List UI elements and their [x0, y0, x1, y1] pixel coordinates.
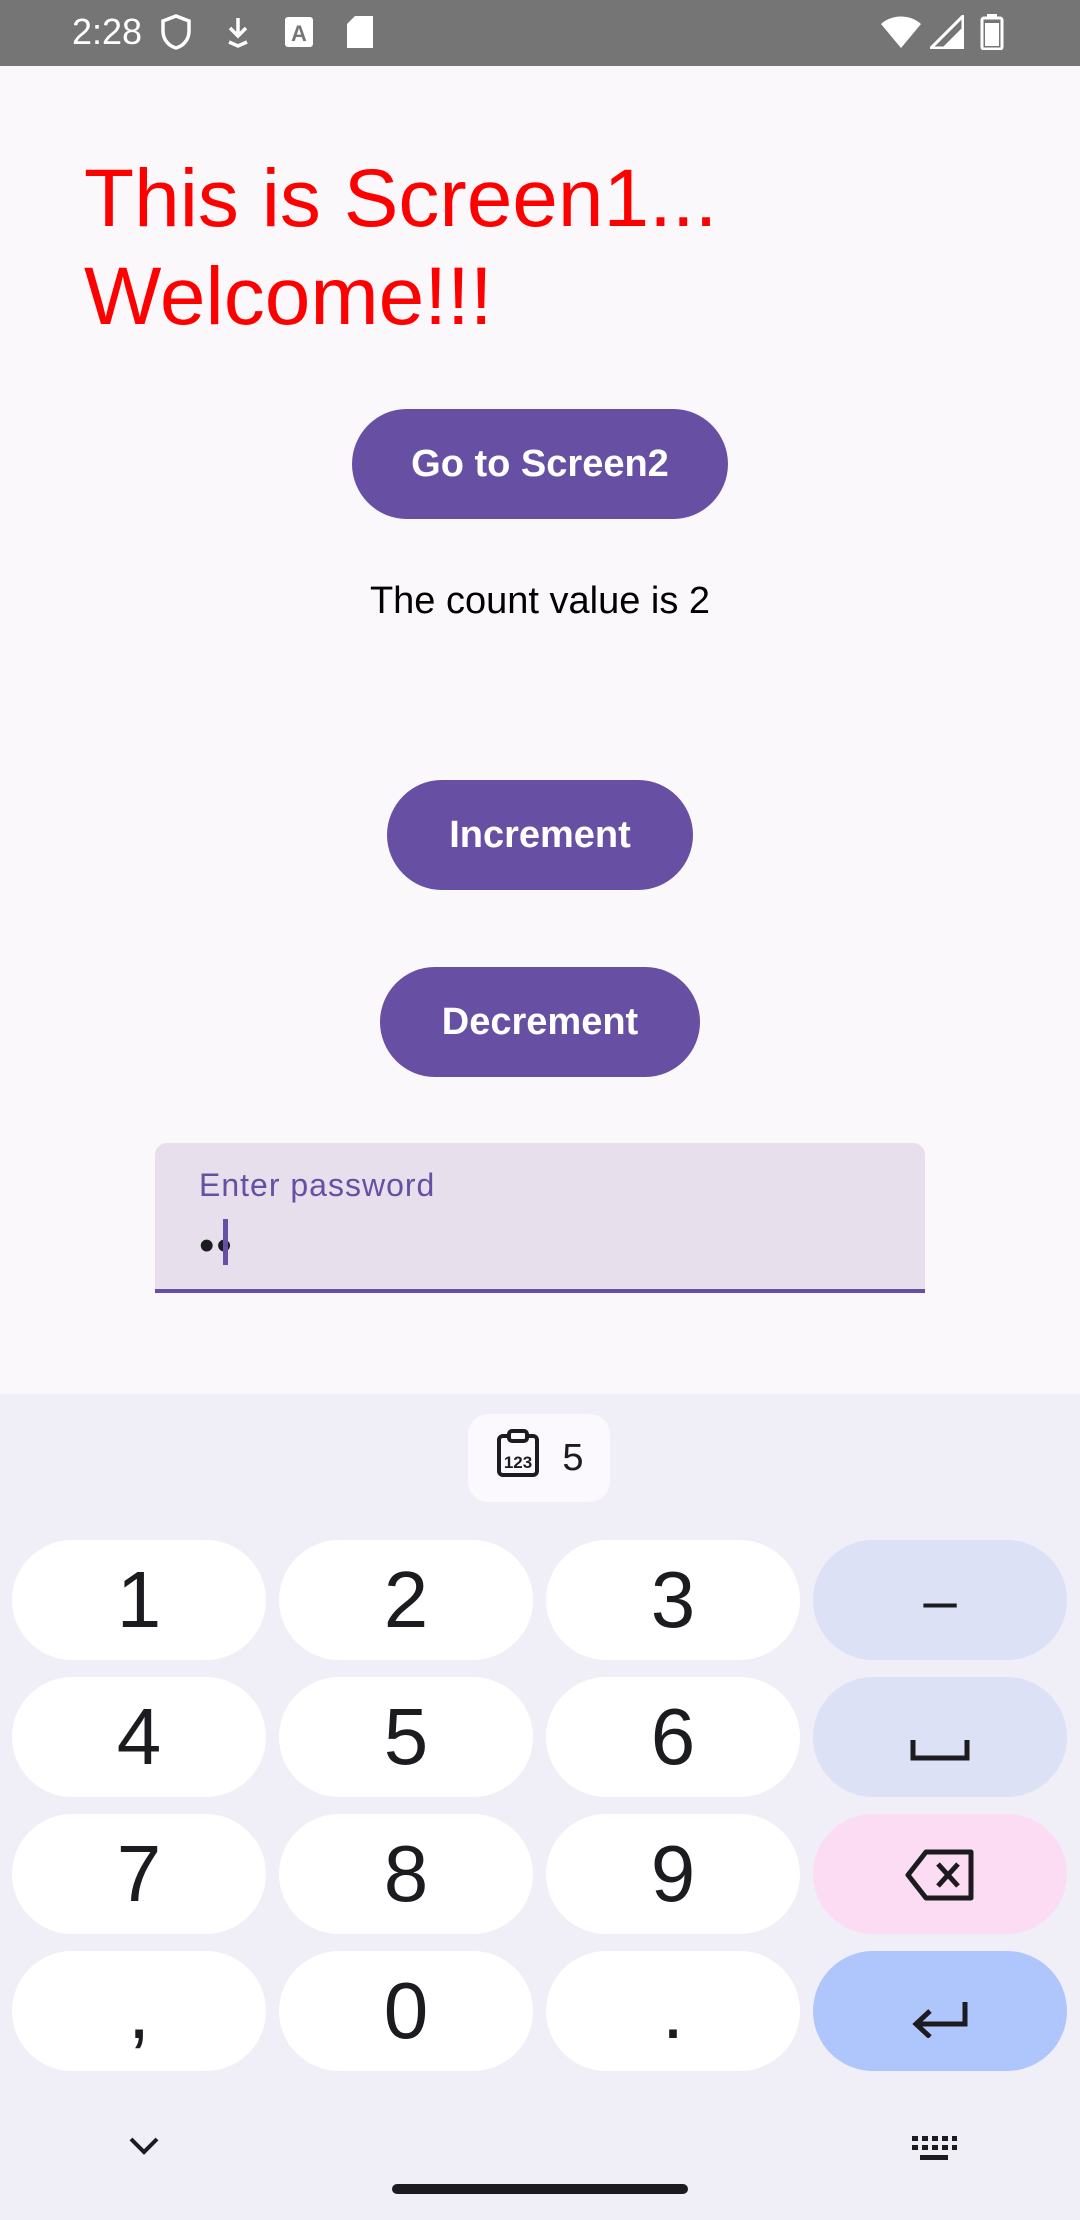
hide-keyboard-chevron-down-icon[interactable] [126, 2134, 162, 2163]
key-minus[interactable]: – [813, 1540, 1067, 1660]
enter-icon [910, 1965, 970, 2057]
key-comma[interactable]: , [12, 1951, 266, 2071]
key-8[interactable]: 8 [279, 1814, 533, 1934]
status-time: 2:28 [72, 11, 143, 52]
battery-icon [980, 12, 1004, 52]
signal-icon [930, 12, 964, 52]
password-value: •• [199, 1221, 234, 1270]
home-gesture-bar[interactable] [392, 2184, 688, 2194]
title-line-2: Welcome!!! [84, 251, 493, 342]
key-7[interactable]: 7 [12, 1814, 266, 1934]
numeric-keyboard: 123 5 1 2 3 – 4 5 6 7 8 9 , 0 . [0, 1394, 1080, 2220]
space-icon [910, 1691, 970, 1783]
sdcard-icon [346, 12, 374, 52]
key-enter[interactable] [813, 1951, 1067, 2071]
increment-button[interactable]: Increment [387, 780, 693, 890]
welcome-title: This is Screen1... Welcome!!! [84, 150, 984, 346]
key-space[interactable] [813, 1677, 1067, 1797]
key-2[interactable]: 2 [279, 1540, 533, 1660]
key-5[interactable]: 5 [279, 1677, 533, 1797]
key-3[interactable]: 3 [546, 1540, 800, 1660]
download-icon [224, 12, 252, 52]
key-9[interactable]: 9 [546, 1814, 800, 1934]
svg-text:123: 123 [504, 1453, 532, 1472]
backspace-icon [904, 1828, 976, 1920]
go-to-screen2-button[interactable]: Go to Screen2 [352, 409, 728, 519]
key-0[interactable]: 0 [279, 1951, 533, 2071]
svg-text:A: A [291, 21, 307, 46]
text-cursor [223, 1219, 228, 1265]
clipboard-suggestion-chip[interactable]: 123 5 [468, 1414, 610, 1502]
count-text: The count value is 2 [369, 580, 711, 622]
switch-keyboard-icon[interactable] [910, 2134, 958, 2171]
key-period[interactable]: . [546, 1951, 800, 2071]
text-icon: A [284, 12, 314, 52]
password-label: Enter password [199, 1167, 436, 1203]
status-bar: 2:28 A [0, 0, 1080, 66]
key-1[interactable]: 1 [12, 1540, 266, 1660]
title-line-1: This is Screen1... [84, 153, 718, 244]
decrement-button[interactable]: Decrement [380, 967, 700, 1077]
clipboard-icon: 123 [494, 1429, 542, 1487]
shield-icon [160, 12, 192, 52]
password-field[interactable]: Enter password •• [155, 1143, 925, 1293]
clipboard-chip-text: 5 [562, 1436, 584, 1479]
key-4[interactable]: 4 [12, 1677, 266, 1797]
key-backspace[interactable] [813, 1814, 1067, 1934]
wifi-icon [880, 12, 922, 52]
key-6[interactable]: 6 [546, 1677, 800, 1797]
